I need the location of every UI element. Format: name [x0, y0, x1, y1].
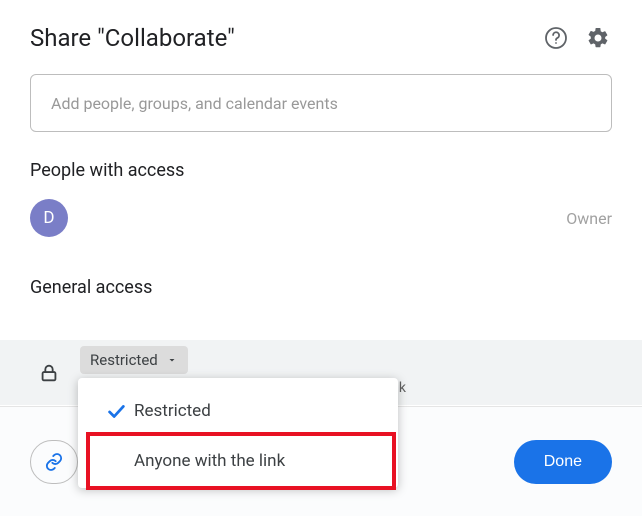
dialog-title: Share "Collaborate"	[30, 24, 235, 52]
chevron-down-icon	[166, 354, 178, 366]
menu-option-label: Anyone with the link	[134, 451, 285, 471]
lock-icon-container	[30, 354, 68, 392]
person-role: Owner	[566, 209, 612, 228]
help-button[interactable]	[542, 24, 570, 52]
menu-option-restricted[interactable]: Restricted	[78, 386, 398, 436]
share-dialog: Share "Collaborate" Add people, groups, …	[0, 0, 642, 516]
person-row: D Owner	[30, 199, 612, 237]
people-section-title: People with access	[30, 160, 612, 181]
add-people-input[interactable]: Add people, groups, and calendar events	[30, 74, 612, 132]
lock-icon	[38, 362, 60, 384]
truncated-text: k	[399, 380, 406, 396]
general-access-title: General access	[30, 277, 612, 298]
access-dropdown-menu: Restricted Anyone with the link	[78, 378, 398, 488]
done-button[interactable]: Done	[514, 440, 612, 484]
link-icon	[44, 452, 64, 472]
settings-button[interactable]	[584, 24, 612, 52]
menu-option-label: Restricted	[134, 401, 211, 421]
menu-option-anyone-link[interactable]: Anyone with the link	[78, 436, 398, 486]
gear-icon	[586, 26, 610, 50]
check-icon	[105, 400, 127, 422]
access-level-dropdown[interactable]: Restricted	[80, 346, 188, 374]
dialog-header: Share "Collaborate"	[30, 24, 612, 52]
access-level-label: Restricted	[90, 351, 158, 369]
help-icon	[544, 26, 568, 50]
input-placeholder: Add people, groups, and calendar events	[51, 94, 338, 113]
copy-link-button[interactable]	[30, 440, 78, 484]
header-actions	[542, 24, 612, 52]
avatar: D	[30, 199, 68, 237]
